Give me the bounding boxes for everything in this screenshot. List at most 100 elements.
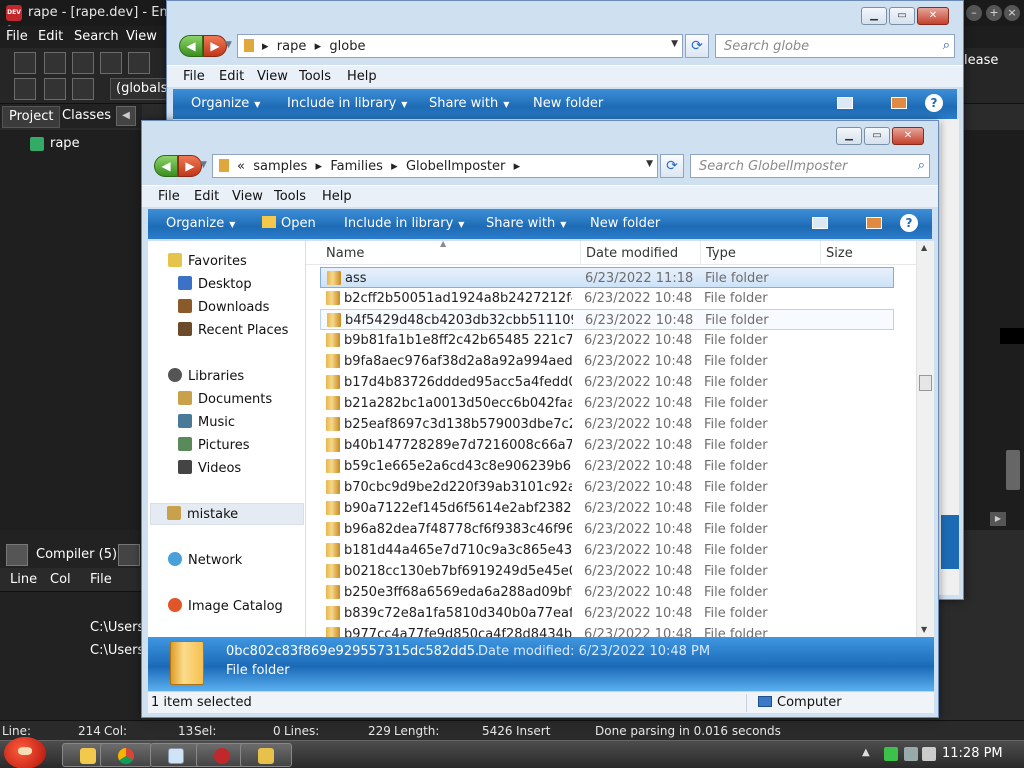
file-row[interactable]: b0218cc130eb7bf6919249d5e45e085... 6/23/2… [320,561,894,582]
file-row[interactable]: b70cbc9d9be2d220f39ab3101c92a38... 6/23/2… [320,477,894,498]
ide-minimize-button[interactable]: – [966,5,982,21]
back-button[interactable]: ◀ [154,155,178,177]
nav-network[interactable]: Network [168,552,242,568]
ide-maximize-button[interactable]: + [986,5,1002,21]
recent-pages-dropdown-icon[interactable]: ▼ [225,40,232,50]
organize-button[interactable]: Organize ▼ [191,96,260,111]
tab-project[interactable]: Project [2,106,61,128]
new-folder-button[interactable]: New folder [533,96,603,111]
breadcrumb-item[interactable]: samples [253,159,307,174]
share-with-button[interactable]: Share with ▼ [429,96,509,111]
close-file-icon[interactable] [128,52,150,74]
maximize-button[interactable]: ▭ [864,127,890,145]
battery-icon[interactable] [884,747,898,761]
new-file-icon[interactable] [14,52,36,74]
menu-file[interactable]: File [158,189,180,204]
save-icon[interactable] [72,52,94,74]
file-row[interactable]: b839c72e8a1fa5810d340b0a77eaf08... 6/23/2… [320,603,894,624]
breadcrumb-item[interactable]: Families [330,159,383,174]
col-col[interactable]: Col [50,572,71,587]
ide-menu-edit[interactable]: Edit [38,29,63,44]
address-bar[interactable]: « samples ▸ Families ▸ GlobelImposter ▸ … [212,154,658,178]
share-with-button[interactable]: Share with ▼ [486,216,566,231]
chevron-down-icon[interactable]: ▼ [646,159,653,169]
file-row[interactable]: b977cc4a77fe9d850ca4f28d8434b6d... 6/23/2… [320,624,894,637]
column-size[interactable]: Size [826,246,853,261]
menu-view[interactable]: View [257,69,288,84]
menu-file[interactable]: File [183,69,205,84]
back-button[interactable]: ◀ [179,35,203,57]
preview-pane-icon[interactable] [866,217,882,229]
new-folder-button[interactable]: New folder [590,216,660,231]
goto-bookmark-icon[interactable] [72,78,94,100]
nav-pictures[interactable]: Pictures [178,437,249,453]
file-row[interactable]: b250e3ff68a6569eda6a288ad09bffb4... 6/23/… [320,582,894,603]
col-file[interactable]: File [90,572,112,587]
breadcrumb-item[interactable]: GlobelImposter [406,159,505,174]
open-button[interactable]: Open [262,216,316,231]
globals-dropdown[interactable]: (globals) [110,78,170,100]
forward-button[interactable]: ▶ [178,155,202,177]
scroll-down-icon[interactable]: ▼ [921,625,927,634]
recent-pages-dropdown-icon[interactable]: ▼ [200,160,207,170]
taskbar-chrome[interactable] [100,743,152,767]
search-icon[interactable]: ⌕ [943,38,950,53]
open-file-icon[interactable] [44,52,66,74]
network-tray-icon[interactable] [904,747,918,761]
indent-icon[interactable] [14,78,36,100]
include-in-library-button[interactable]: Include in library ▼ [344,216,464,231]
show-hidden-icons-icon[interactable]: ▲ [862,747,870,758]
breadcrumb-item[interactable]: globe [329,39,365,54]
scrollbar-thumb[interactable] [919,375,932,391]
column-date-modified[interactable]: Date modified [586,246,678,261]
nav-music[interactable]: Music [178,414,235,430]
ide-menu-search[interactable]: Search [74,29,119,44]
help-icon[interactable]: ? [925,94,943,112]
breadcrumb-overflow[interactable]: « [237,159,245,174]
organize-button[interactable]: Organize ▼ [166,216,235,231]
nav-favorites[interactable]: Favorites [168,253,247,269]
forward-button[interactable]: ▶ [203,35,227,57]
search-icon[interactable]: ⌕ [918,158,925,173]
help-icon[interactable]: ? [900,214,918,232]
col-line[interactable]: Line [10,572,37,587]
menu-help[interactable]: Help [322,189,352,204]
change-view-icon[interactable] [812,217,828,229]
menu-edit[interactable]: Edit [194,189,219,204]
bookmark-icon[interactable] [44,78,66,100]
nav-image-catalog[interactable]: Image Catalog [168,598,283,614]
breadcrumb-item[interactable]: rape [277,39,307,54]
menu-edit[interactable]: Edit [219,69,244,84]
nav-recent-places[interactable]: Recent Places [178,322,288,338]
maximize-button[interactable]: ▭ [889,7,915,25]
refresh-icon[interactable]: ⟳ [660,154,684,178]
scroll-up-icon[interactable]: ▲ [921,243,927,252]
ide-menu-file[interactable]: File [6,29,28,44]
compiler-file-cell[interactable]: C:\Users [90,620,144,635]
file-row[interactable]: b17d4b83726ddded95acc5a4fedd07... 6/23/20… [320,372,894,393]
menu-tools[interactable]: Tools [274,189,306,204]
column-type[interactable]: Type [706,246,736,261]
chevron-down-icon[interactable]: ▼ [671,39,678,49]
ide-menu-view[interactable]: View [126,29,157,44]
refresh-icon[interactable]: ⟳ [685,34,709,58]
nav-downloads[interactable]: Downloads [178,299,269,315]
project-tree-item[interactable]: rape [30,136,80,151]
compiler-file-cell[interactable]: C:\Users [90,643,144,658]
file-row[interactable]: b90a7122ef145d6f5614e2abf238230... 6/23/2… [320,498,894,519]
nav-mistake[interactable]: mistake [150,503,304,525]
start-button[interactable] [4,737,46,768]
file-row[interactable]: b9b81fa1b1e8ff2c42b65485 221c7b... 6/23/2… [320,330,894,351]
search-input[interactable]: Search GlobelImposter ⌕ [690,154,930,178]
file-row[interactable]: ass 6/23/2022 11:18... File folder [320,267,894,288]
file-row[interactable]: b59c1e665e2a6cd43c8e906239b6b5... 6/23/20… [320,456,894,477]
taskbar-app[interactable] [240,743,292,767]
volume-icon[interactable] [922,747,936,761]
tab-scroll-left-icon[interactable]: ◀ [116,106,136,126]
taskbar-notepad[interactable] [150,743,202,767]
file-row[interactable]: b181d44a465e7d710c9a3c865e43ee... 6/23/20… [320,540,894,561]
save-all-icon[interactable] [100,52,122,74]
close-button[interactable]: ✕ [917,7,949,25]
tab-compiler[interactable]: Compiler (5) [36,547,117,562]
close-button[interactable]: ✕ [892,127,924,145]
